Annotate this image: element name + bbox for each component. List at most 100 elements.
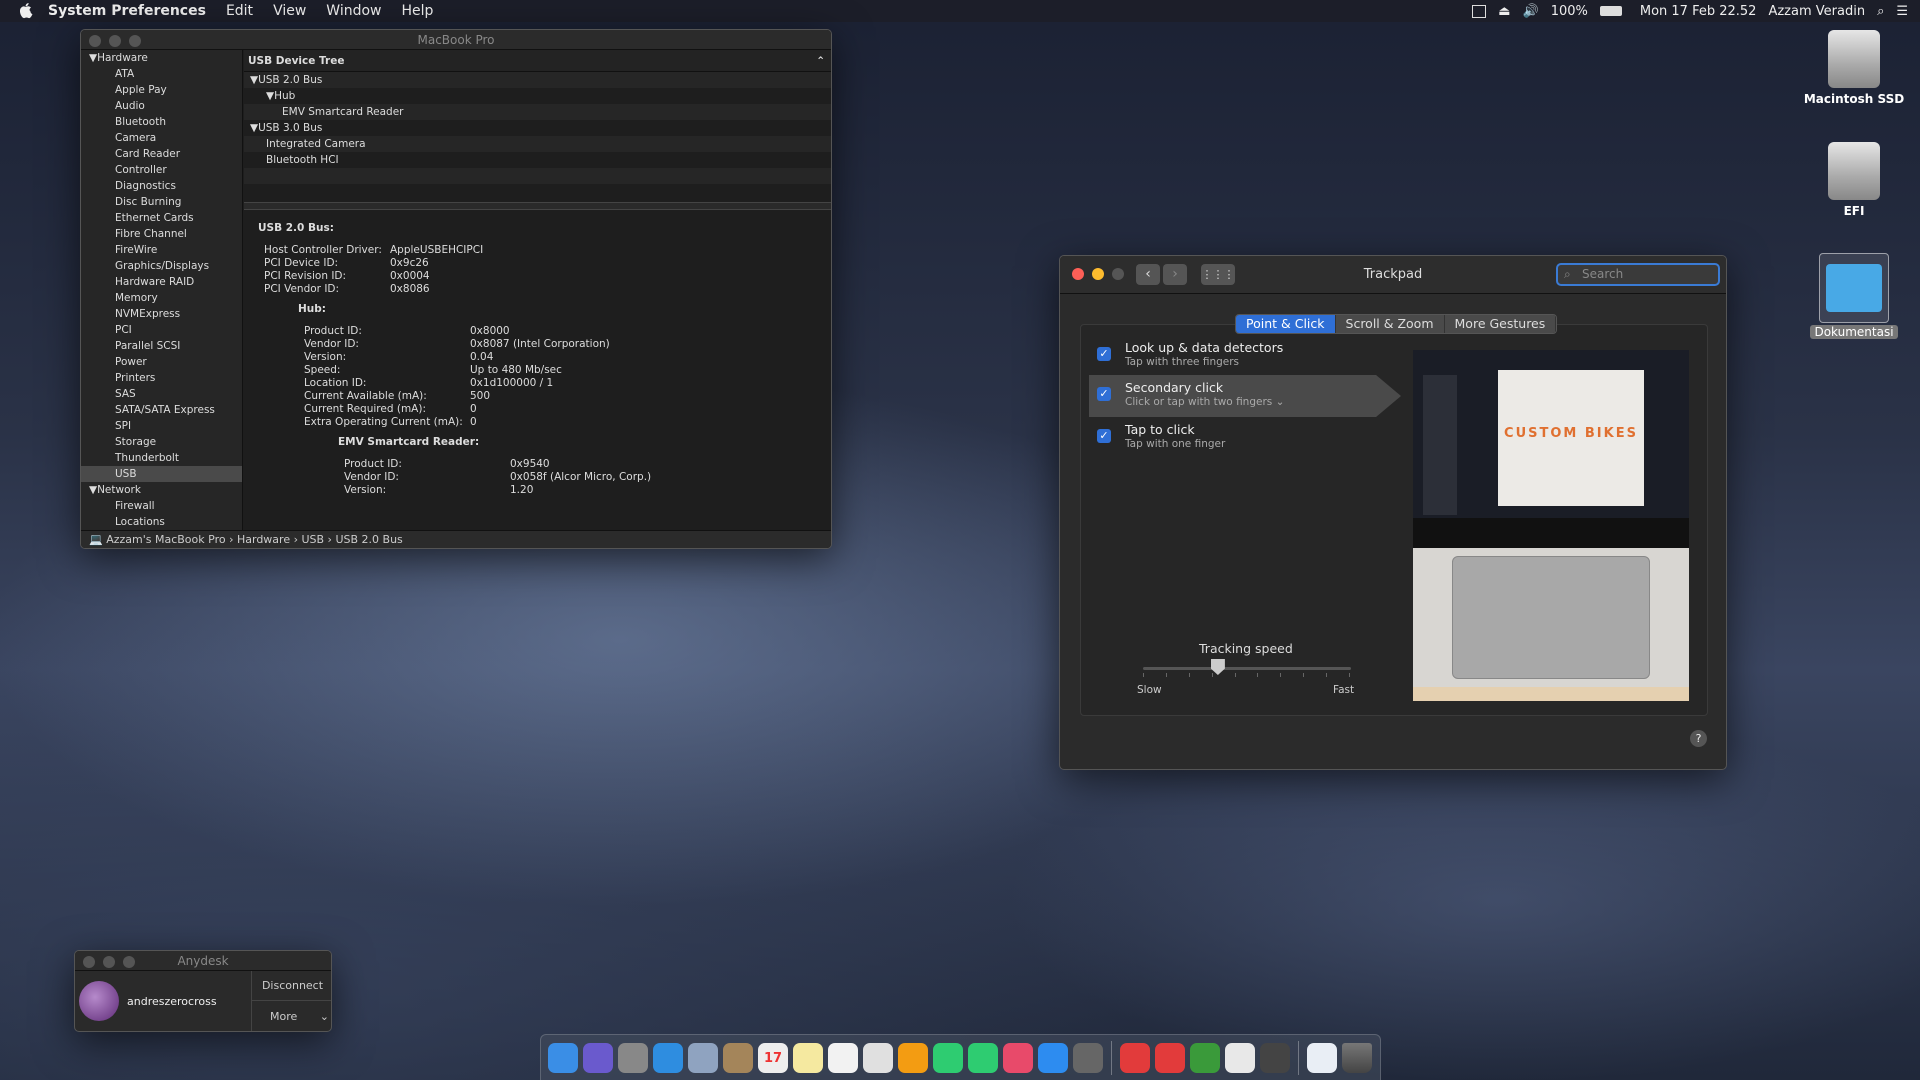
sidebar-item[interactable]: Graphics/Displays — [81, 258, 242, 274]
sidebar-item[interactable]: Power — [81, 354, 242, 370]
dock-facetime-icon[interactable] — [968, 1042, 998, 1073]
desktop-disk-macintosh-ssd[interactable]: Macintosh SSD — [1794, 30, 1914, 106]
sidebar-item[interactable]: Controller — [81, 162, 242, 178]
battery-icon[interactable] — [1599, 6, 1622, 16]
sidebar-item[interactable]: NVMExpress — [81, 306, 242, 322]
tab-point-click[interactable]: Point & Click — [1236, 315, 1336, 333]
dock-browser-icon[interactable] — [1190, 1042, 1220, 1073]
menu-edit[interactable]: Edit — [226, 3, 253, 19]
dock-anydesk-icon[interactable] — [1155, 1042, 1185, 1073]
sidebar-item[interactable]: Firewall — [81, 498, 242, 514]
checkbox[interactable]: ✓ — [1097, 429, 1111, 443]
tab-scroll-zoom[interactable]: Scroll & Zoom — [1335, 315, 1445, 333]
desktop-disk-efi[interactable]: EFI — [1794, 142, 1914, 218]
sidebar-item[interactable]: Locations — [81, 514, 242, 530]
minimize-button[interactable] — [103, 956, 115, 968]
dock-trash-icon[interactable] — [1342, 1042, 1372, 1073]
tree-row[interactable]: EMV Smartcard Reader — [244, 104, 831, 120]
usb-device-tree-header[interactable]: USB Device Tree ⌃ — [244, 50, 831, 72]
dock-finder-icon[interactable] — [548, 1042, 578, 1073]
sidebar-item[interactable]: Card Reader — [81, 146, 242, 162]
checkbox[interactable]: ✓ — [1097, 387, 1111, 401]
option-row[interactable]: ✓ Tap to click Tap with one finger — [1089, 417, 1337, 459]
menu-app-name[interactable]: System Preferences — [48, 3, 206, 19]
sidebar-item[interactable]: SATA/SATA Express — [81, 402, 242, 418]
sidebar-item[interactable]: Parallel SCSI — [81, 338, 242, 354]
tab-more-gestures[interactable]: More Gestures — [1444, 315, 1557, 333]
dock-itunes-icon[interactable] — [1003, 1042, 1033, 1073]
sidebar-item[interactable]: Storage — [81, 434, 242, 450]
dock-system-preferences-icon[interactable] — [1073, 1042, 1103, 1073]
dock-siri-icon[interactable] — [583, 1042, 613, 1073]
sidebar-item[interactable]: Fibre Channel — [81, 226, 242, 242]
sidebar-item[interactable]: USB — [81, 466, 242, 482]
dock-maps-icon[interactable] — [863, 1042, 893, 1073]
sidebar-item[interactable]: Disc Burning — [81, 194, 242, 210]
checkbox[interactable]: ✓ — [1097, 347, 1111, 361]
dock-app-store-icon[interactable] — [1038, 1042, 1068, 1073]
notification-center-icon[interactable]: ☰ — [1896, 4, 1908, 19]
tracking-speed-slider[interactable] — [1143, 659, 1351, 679]
sidebar-item[interactable]: Printers — [81, 370, 242, 386]
display-icon[interactable] — [1472, 4, 1487, 18]
sidebar-item[interactable]: Apple Pay — [81, 82, 242, 98]
sidebar-item[interactable]: Diagnostics — [81, 178, 242, 194]
sidebar-item[interactable]: Ethernet Cards — [81, 210, 242, 226]
minimize-button[interactable] — [109, 35, 121, 47]
dock-textedit-icon[interactable] — [1225, 1042, 1255, 1073]
sidebar-item[interactable]: Camera — [81, 130, 242, 146]
tree-row[interactable]: ▼USB 3.0 Bus — [244, 120, 831, 136]
option-row[interactable]: ✓ Secondary click Click or tap with two fi… — [1089, 375, 1401, 417]
search-field[interactable]: ⌕ Search — [1556, 263, 1720, 286]
dock-notes-icon[interactable] — [723, 1042, 753, 1073]
dock-launchpad-icon[interactable] — [618, 1042, 648, 1073]
menu-view[interactable]: View — [273, 3, 306, 19]
desktop-folder-dokumentasi[interactable]: Dokumentasi — [1794, 253, 1914, 339]
volume-icon[interactable]: 🔊 — [1523, 4, 1539, 19]
sidebar-item[interactable]: Audio — [81, 98, 242, 114]
disconnect-button[interactable]: Disconnect — [252, 971, 331, 1001]
sidebar-item[interactable]: Memory — [81, 290, 242, 306]
sidebar-item[interactable]: Bluetooth — [81, 114, 242, 130]
split-divider[interactable] — [244, 202, 831, 210]
close-button[interactable] — [89, 35, 101, 47]
dock-utility-icon[interactable] — [1260, 1042, 1290, 1073]
sidebar-item[interactable]: ATA — [81, 66, 242, 82]
slider-knob[interactable] — [1210, 659, 1225, 675]
sidebar-item[interactable]: PCI — [81, 322, 242, 338]
dock-anydesk-icon[interactable] — [1120, 1042, 1150, 1073]
menu-help[interactable]: Help — [402, 3, 434, 19]
more-button[interactable]: More ⌄ — [252, 1002, 331, 1031]
zoom-button[interactable] — [123, 956, 135, 968]
chevron-up-icon[interactable]: ⌃ — [816, 50, 825, 72]
zoom-button[interactable] — [129, 35, 141, 47]
sidebar-group-network[interactable]: ▼Network — [81, 482, 242, 498]
tree-row[interactable]: Bluetooth HCI — [244, 152, 831, 168]
tree-row[interactable]: ▼Hub — [244, 88, 831, 104]
dock-stickies-icon[interactable] — [793, 1042, 823, 1073]
sidebar-item[interactable]: FireWire — [81, 242, 242, 258]
apple-menu-icon[interactable] — [20, 3, 38, 19]
sidebar-item[interactable]: SPI — [81, 418, 242, 434]
sidebar-group-hardware[interactable]: ▼Hardware — [81, 50, 242, 66]
sidebar-item[interactable]: SAS — [81, 386, 242, 402]
dock-calendar-icon[interactable]: 17 — [758, 1042, 788, 1073]
dock-preview-icon[interactable] — [688, 1042, 718, 1073]
help-button[interactable]: ? — [1690, 730, 1707, 747]
spotlight-icon[interactable]: ⌕ — [1877, 4, 1884, 19]
close-button[interactable] — [83, 956, 95, 968]
dock-photos-icon[interactable] — [898, 1042, 928, 1073]
sidebar-item[interactable]: Hardware RAID — [81, 274, 242, 290]
option-sublabel[interactable]: Click or tap with two fingers ⌄ — [1125, 396, 1284, 408]
menu-window[interactable]: Window — [326, 3, 381, 19]
eject-icon[interactable]: ⏏ — [1498, 4, 1510, 19]
tree-row[interactable]: Integrated Camera — [244, 136, 831, 152]
dock-safari-icon[interactable] — [653, 1042, 683, 1073]
dock-document-icon[interactable] — [1307, 1042, 1337, 1073]
user-name[interactable]: Azzam Veradin — [1768, 4, 1865, 19]
battery-percent[interactable]: 100% — [1551, 4, 1588, 19]
tree-row[interactable]: ▼USB 2.0 Bus — [244, 72, 831, 88]
dock-messages-icon[interactable] — [933, 1042, 963, 1073]
clock[interactable]: Mon 17 Feb 22.52 — [1640, 4, 1757, 19]
sidebar-item[interactable]: Thunderbolt — [81, 450, 242, 466]
